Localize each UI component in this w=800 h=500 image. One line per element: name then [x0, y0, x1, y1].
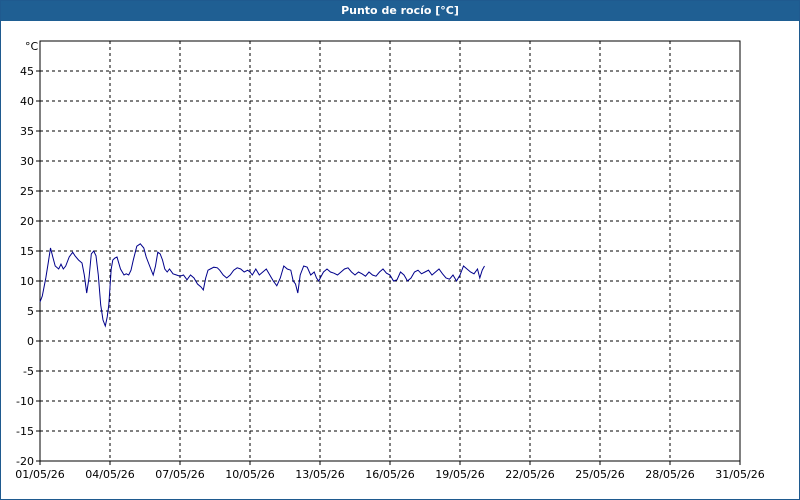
y-tick-label: 30 [20, 155, 34, 168]
x-tick-label: 28/05/26 [645, 468, 694, 481]
y-tick-label: -15 [16, 425, 34, 438]
y-tick-label: 15 [20, 245, 34, 258]
y-tick-label: 45 [20, 65, 34, 78]
x-tick-label: 04/05/26 [85, 468, 134, 481]
y-tick-label: 5 [27, 305, 34, 318]
y-tick-label: 20 [20, 215, 34, 228]
x-tick-label: 07/05/26 [155, 468, 204, 481]
x-tick-label: 13/05/26 [295, 468, 344, 481]
y-tick-label: -10 [16, 395, 34, 408]
x-tick-label: 31/05/26 [715, 468, 764, 481]
x-tick-label: 16/05/26 [365, 468, 414, 481]
y-axis-ticks: -20 -15 -10 -5 0 5 10 15 20 25 30 35 40 45 [16, 65, 40, 468]
x-tick-label: 10/05/26 [225, 468, 274, 481]
y-tick-label: 35 [20, 125, 34, 138]
y-axis-unit-label: °C [25, 40, 39, 53]
x-tick-label: 22/05/26 [505, 468, 554, 481]
y-tick-label: 0 [27, 335, 34, 348]
x-tick-label: 19/05/26 [435, 468, 484, 481]
x-tick-label: 01/05/26 [15, 468, 64, 481]
x-axis-ticks: 01/05/26 04/05/26 07/05/26 10/05/26 13/05/26… [15, 461, 765, 481]
y-tick-label: -20 [16, 455, 34, 468]
y-tick-label: 40 [20, 95, 34, 108]
y-tick-label: 25 [20, 185, 34, 198]
dew-point-chart: -20 -15 -10 -5 0 5 10 15 20 25 30 35 40 45 01/05/26 04… [15, 40, 765, 481]
y-tick-label: 10 [20, 275, 34, 288]
y-tick-label: -5 [23, 365, 34, 378]
x-tick-label: 25/05/26 [575, 468, 624, 481]
